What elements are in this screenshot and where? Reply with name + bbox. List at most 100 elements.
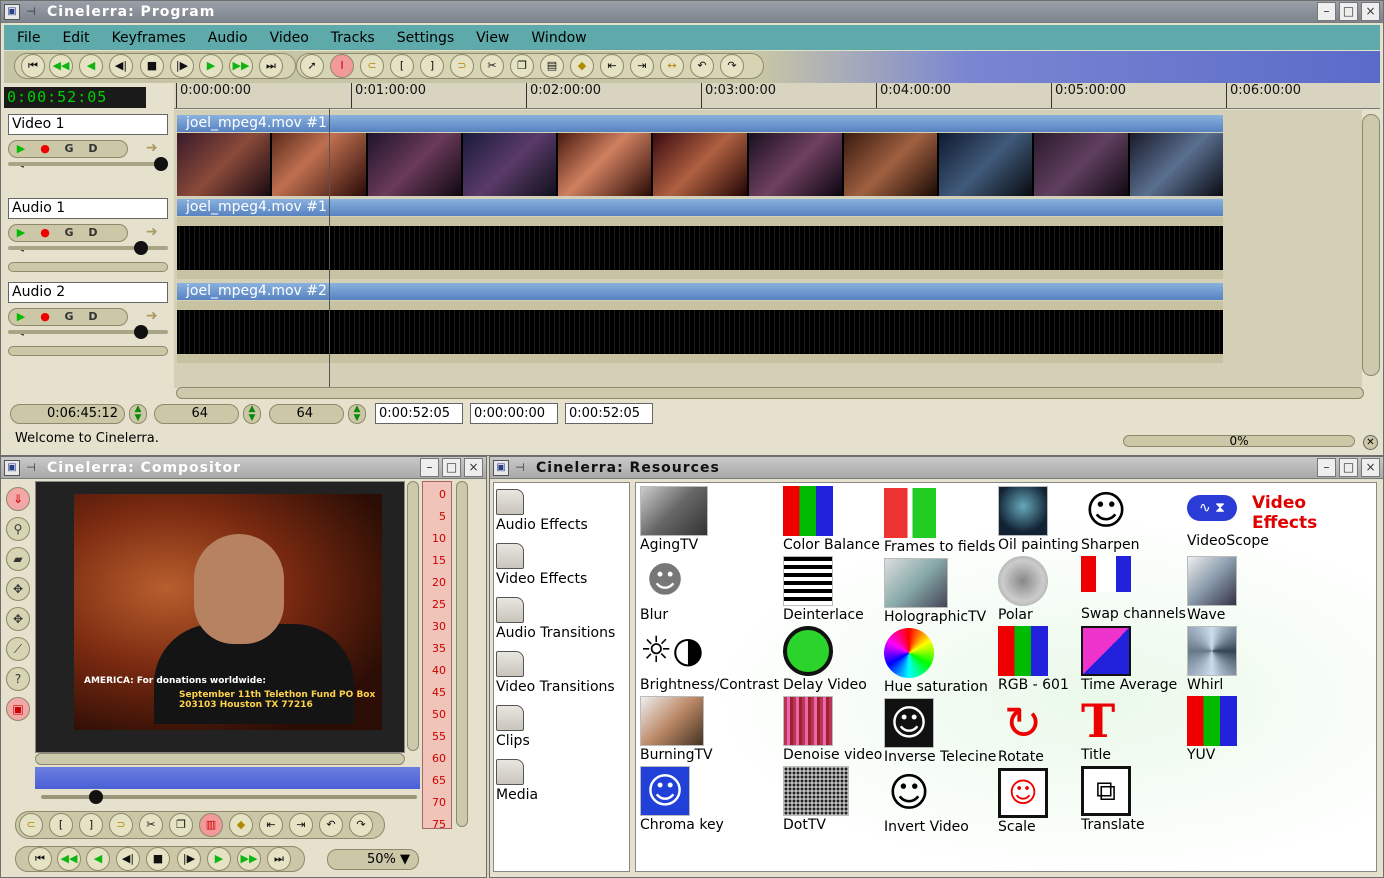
expand-arrow-icon[interactable]: ➜ bbox=[146, 308, 158, 324]
crop-icon[interactable]: ⟋ bbox=[6, 637, 30, 661]
frame-forward-icon[interactable]: |▶ bbox=[177, 847, 201, 871]
menu-video[interactable]: Video bbox=[270, 30, 309, 46]
effect-item[interactable]: DotTV bbox=[783, 766, 883, 833]
close-button[interactable]: × bbox=[1361, 458, 1380, 477]
frame-back-icon[interactable]: ◀| bbox=[109, 54, 133, 78]
record-toggle[interactable]: ● bbox=[33, 141, 57, 157]
menu-edit[interactable]: Edit bbox=[62, 30, 89, 46]
pin-icon[interactable]: ⊣ bbox=[23, 4, 39, 20]
effect-item[interactable]: Swap channels bbox=[1081, 556, 1186, 622]
undo-icon[interactable]: ↶ bbox=[319, 813, 343, 837]
horizontal-scrollbar[interactable] bbox=[176, 387, 1364, 399]
rewind-to-start-icon[interactable]: ⏮ bbox=[28, 847, 52, 871]
effect-item[interactable]: Time Average bbox=[1081, 626, 1181, 693]
amp-zoom-field[interactable]: 64 bbox=[269, 404, 344, 424]
fade-knob[interactable] bbox=[134, 325, 148, 339]
fast-forward-icon[interactable]: ▶▶ bbox=[237, 847, 261, 871]
gang-toggle[interactable]: G bbox=[57, 141, 81, 157]
play-toggle[interactable]: ▶ bbox=[9, 225, 33, 241]
copy-icon[interactable]: ❐ bbox=[169, 813, 193, 837]
minimize-button[interactable]: – bbox=[1317, 458, 1336, 477]
edit-title-bar[interactable]: joel_mpeg4.mov #2 bbox=[177, 283, 1223, 300]
menu-view[interactable]: View bbox=[476, 30, 509, 46]
pin-icon[interactable]: ⊣ bbox=[23, 460, 39, 476]
fast-forward-icon[interactable]: ▶▶ bbox=[229, 54, 253, 78]
window-menu-icon[interactable]: ▣ bbox=[493, 459, 509, 476]
splice-icon[interactable]: ⊃ bbox=[109, 813, 133, 837]
next-label-icon[interactable]: ⇥ bbox=[289, 813, 313, 837]
prev-label-icon[interactable]: ⇤ bbox=[259, 813, 283, 837]
mask-icon[interactable]: ▰ bbox=[6, 547, 30, 571]
zoom-icon[interactable]: ⚲ bbox=[6, 517, 30, 541]
effect-item[interactable]: Delay Video bbox=[783, 626, 883, 693]
audio-waveform[interactable] bbox=[177, 217, 1223, 279]
rewind-to-start-icon[interactable]: ⏮ bbox=[21, 54, 45, 78]
label-right-icon[interactable]: ] bbox=[79, 813, 103, 837]
fade-knob[interactable] bbox=[134, 241, 148, 255]
sample-zoom-field[interactable]: 64 bbox=[154, 404, 239, 424]
track-name-field[interactable]: Audio 1 bbox=[8, 198, 168, 219]
effect-item[interactable]: Frames to fields bbox=[884, 488, 995, 555]
resources-titlebar[interactable]: ▣ ⊣ Cinelerra: Resources – □ × bbox=[490, 457, 1383, 479]
fade-knob[interactable] bbox=[154, 157, 168, 171]
folder-audio-effects[interactable]: Audio Effects bbox=[496, 489, 628, 533]
effect-item[interactable]: Color Balance bbox=[783, 486, 883, 553]
effect-item[interactable]: ☺ Invert Video bbox=[884, 768, 984, 835]
viewer-vertical-scrollbar[interactable] bbox=[407, 481, 419, 751]
effect-item[interactable]: T Title bbox=[1081, 696, 1181, 763]
effect-item[interactable]: Denoise video bbox=[783, 696, 883, 763]
play-toggle[interactable]: ▶ bbox=[9, 309, 33, 325]
selection-end-field[interactable]: 0:00:52:05 bbox=[565, 403, 653, 424]
effect-item[interactable]: ☺ Sharpen bbox=[1081, 486, 1181, 553]
menu-keyframes[interactable]: Keyframes bbox=[112, 30, 186, 46]
fade-slider[interactable] bbox=[8, 162, 168, 166]
stop-icon[interactable]: ■ bbox=[146, 847, 170, 871]
close-button[interactable]: × bbox=[1361, 2, 1380, 21]
folder-clips[interactable]: Clips bbox=[496, 705, 628, 749]
window-menu-icon[interactable]: ▣ bbox=[4, 459, 20, 476]
cut-icon[interactable]: ✂ bbox=[480, 54, 504, 78]
minimize-button[interactable]: – bbox=[420, 458, 439, 477]
copy-icon[interactable]: ❐ bbox=[510, 54, 534, 78]
pan-slider[interactable] bbox=[8, 346, 168, 356]
track-name-field[interactable]: Audio 2 bbox=[8, 282, 168, 303]
help-icon[interactable]: ? bbox=[6, 667, 30, 691]
jump-to-end-icon[interactable]: ⏭ bbox=[267, 847, 291, 871]
cut-icon[interactable]: ✂ bbox=[139, 813, 163, 837]
amp-zoom-spinner[interactable]: ▲ ▼ bbox=[348, 404, 366, 424]
expand-arrow-icon[interactable]: ➜ bbox=[146, 140, 158, 156]
video-output[interactable]: AMERICA: For donations worldwide: Septem… bbox=[35, 481, 405, 753]
program-titlebar[interactable]: ▣ ⊣ Cinelerra: Program – □ × bbox=[1, 1, 1383, 23]
maximize-button[interactable]: □ bbox=[1339, 2, 1358, 21]
effect-item[interactable]: Deinterlace bbox=[783, 556, 883, 623]
position-knob[interactable] bbox=[89, 790, 103, 804]
minimize-button[interactable]: – bbox=[1317, 2, 1336, 21]
duration-field[interactable]: 0:06:45:12 bbox=[10, 404, 125, 424]
draw-toggle[interactable]: D bbox=[81, 225, 105, 241]
effect-item[interactable]: Hue saturation bbox=[884, 628, 988, 695]
reverse-play-icon[interactable]: ◀ bbox=[86, 847, 110, 871]
fast-reverse-icon[interactable]: ◀◀ bbox=[49, 54, 73, 78]
effect-item[interactable]: AgingTV bbox=[640, 486, 740, 553]
pin-icon[interactable]: ⊣ bbox=[512, 460, 528, 476]
folder-media[interactable]: Media bbox=[496, 759, 628, 803]
prev-label-icon[interactable]: ⇤ bbox=[600, 54, 624, 78]
effect-item[interactable]: ☻ Blur bbox=[640, 556, 740, 623]
splice-icon[interactable]: ⊃ bbox=[450, 54, 474, 78]
record-toggle[interactable]: ● bbox=[33, 309, 57, 325]
close-button[interactable]: × bbox=[464, 458, 483, 477]
redo-icon[interactable]: ↷ bbox=[720, 54, 744, 78]
folder-video-transitions[interactable]: Video Transitions bbox=[496, 651, 628, 695]
viewer-horizontal-scrollbar[interactable] bbox=[35, 753, 405, 765]
camera-icon[interactable]: ✥ bbox=[6, 577, 30, 601]
meter-scrollbar[interactable] bbox=[456, 481, 468, 827]
folder-audio-transitions[interactable]: Audio Transitions bbox=[496, 597, 628, 641]
effect-item[interactable]: Whirl bbox=[1187, 626, 1287, 693]
maximize-button[interactable]: □ bbox=[442, 458, 461, 477]
timeline-ruler[interactable]: 0:00:00:00 0:01:00:00 0:02:00:00 0:03:00… bbox=[174, 83, 1380, 109]
next-label-icon[interactable]: ⇥ bbox=[630, 54, 654, 78]
label-left-icon[interactable]: [ bbox=[390, 54, 414, 78]
menu-audio[interactable]: Audio bbox=[208, 30, 248, 46]
label-icon[interactable]: ◆ bbox=[229, 813, 253, 837]
compositor-titlebar[interactable]: ▣ ⊣ Cinelerra: Compositor – □ × bbox=[1, 457, 486, 479]
